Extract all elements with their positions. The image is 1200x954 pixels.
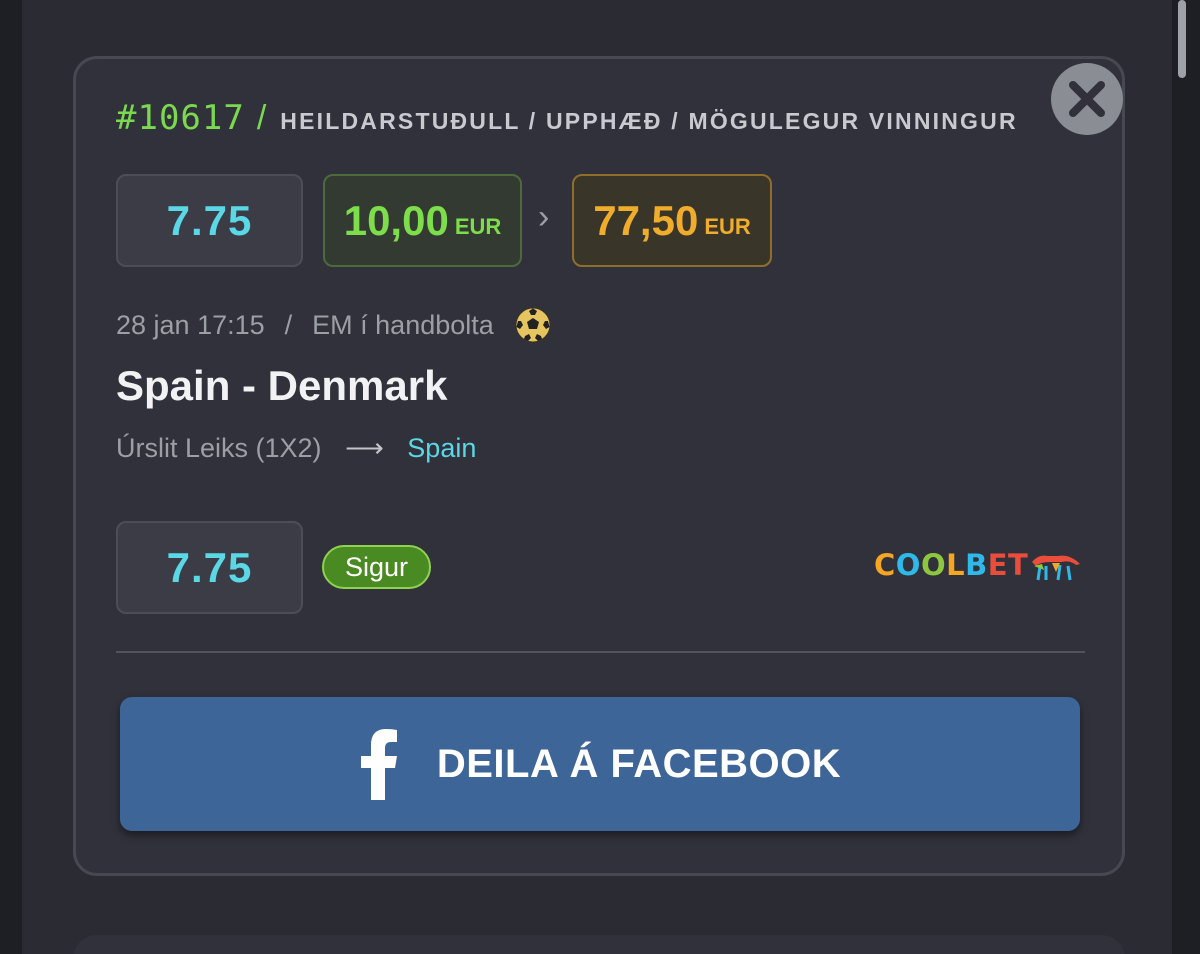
stake-amount: 10,00 [343, 196, 449, 244]
selection-odds-value: 7.75 [166, 543, 253, 591]
stake-currency: EUR [454, 213, 502, 239]
facebook-icon [360, 729, 397, 800]
stake-box: 10,00 EUR [323, 174, 522, 267]
divider [116, 651, 1085, 653]
potential-win-currency: EUR [704, 213, 751, 239]
close-button[interactable] [1051, 63, 1123, 135]
total-odds-value: 7.75 [166, 196, 253, 244]
total-odds-box: 7.75 [116, 174, 303, 267]
meta-separator: / [284, 309, 293, 340]
brand-letter: O [920, 548, 947, 582]
market-line: Úrslit Leiks (1X2) ⟶ Spain [116, 433, 476, 464]
soccer-ball-icon [514, 306, 552, 344]
status-badge: Sigur [322, 545, 431, 589]
event-league: EM í handbolta [312, 309, 494, 340]
share-label: DEILA Á FACEBOOK [436, 741, 842, 786]
selection-odds-box: 7.75 [116, 521, 303, 614]
next-bet-card [73, 935, 1125, 954]
brand-letter: T [1008, 548, 1029, 582]
brand-letter: O [895, 548, 921, 582]
close-icon [1069, 81, 1105, 117]
brand-letter: L [946, 548, 966, 582]
brand-letter: E [987, 548, 1009, 582]
page: #10617 / HEILDARSTUÐULL / UPPHÆÐ / MÖGUL… [0, 0, 1200, 954]
anteater-icon [1032, 555, 1081, 581]
market-name: Úrslit Leiks (1X2) [116, 433, 322, 463]
status-label: Sigur [344, 551, 409, 582]
bet-header: #10617 / HEILDARSTUÐULL / UPPHÆÐ / MÖGUL… [116, 98, 1018, 138]
brand-letter: B [965, 548, 988, 582]
selection-name: Spain [407, 433, 477, 463]
header-labels: HEILDARSTUÐULL / UPPHÆÐ / MÖGULEGUR VINN… [280, 108, 1018, 134]
match-title: Spain - Denmark [116, 362, 448, 409]
arrow-right-icon: ⟶ [345, 433, 384, 463]
coolbet-logo: COOLBET [874, 548, 1082, 582]
header-separator: / [256, 99, 267, 137]
chevron-right-icon: › [538, 198, 550, 236]
event-meta: 28 jan 17:15 / EM í handbolta [116, 306, 552, 344]
bet-id: #10617 [116, 98, 245, 138]
event-datetime: 28 jan 17:15 [116, 309, 265, 340]
brand-letter: C [874, 548, 896, 582]
potential-win-amount: 77,50 [593, 196, 699, 244]
brand-wordmark: COOLBET [874, 548, 1028, 582]
scrollbar[interactable] [1172, 0, 1200, 954]
scrollbar-thumb[interactable] [1178, 0, 1186, 78]
share-facebook-button[interactable]: DEILA Á FACEBOOK [120, 697, 1080, 831]
potential-win-box: 77,50 EUR [572, 174, 772, 267]
